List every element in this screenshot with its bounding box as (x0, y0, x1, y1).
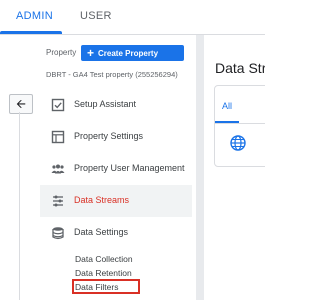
nav-item-property-user-management[interactable]: Property User Management (40, 153, 192, 185)
nav-label: Property Settings (74, 131, 144, 141)
property-label: Property (46, 48, 77, 57)
property-settings-icon (51, 130, 65, 144)
top-bar: ADMIN USER (0, 0, 265, 35)
globe-icon[interactable] (230, 135, 246, 151)
tab-all[interactable]: All (222, 101, 232, 111)
database-icon (52, 227, 64, 240)
property-name[interactable]: DBRT - GA4 Test property (255256294) (46, 70, 178, 79)
tab-admin[interactable]: ADMIN (16, 10, 53, 22)
sub-item-data-collection[interactable]: Data Collection (75, 254, 133, 264)
vertical-rule (19, 112, 20, 300)
arrow-left-icon: 🡨 (16, 97, 26, 111)
tab-user[interactable]: USER (80, 10, 112, 22)
create-property-button[interactable]: + Create Property (81, 45, 184, 61)
back-button[interactable]: 🡨 (9, 94, 33, 114)
left-gutter (0, 35, 40, 300)
nav-label: Setup Assistant (74, 99, 137, 109)
nav-item-setup-assistant[interactable]: Setup Assistant (40, 89, 192, 121)
data-streams-panel: Data Streams All (204, 35, 265, 300)
create-property-label: Create Property (98, 48, 159, 58)
checkbox-icon (51, 98, 65, 112)
plus-icon: + (87, 46, 95, 60)
panel-divider (196, 35, 204, 300)
property-panel: Property + Create Property DBRT - GA4 Te… (40, 35, 192, 300)
streams-card (214, 85, 265, 167)
divider (215, 123, 265, 124)
sub-item-data-retention[interactable]: Data Retention (75, 268, 132, 278)
nav-label: Property User Management (74, 163, 185, 173)
nav-item-data-settings[interactable]: Data Settings (40, 217, 192, 249)
users-icon (51, 164, 65, 174)
nav-item-data-streams[interactable]: Data Streams (40, 185, 192, 217)
nav-item-property-settings[interactable]: Property Settings (40, 121, 192, 153)
nav-label: Data Settings (74, 227, 129, 237)
highlight-box (72, 279, 140, 294)
data-streams-icon (53, 195, 63, 207)
nav-label: Data Streams (74, 195, 130, 205)
active-tab-indicator (0, 31, 62, 34)
page-title: Data Streams (215, 60, 265, 76)
